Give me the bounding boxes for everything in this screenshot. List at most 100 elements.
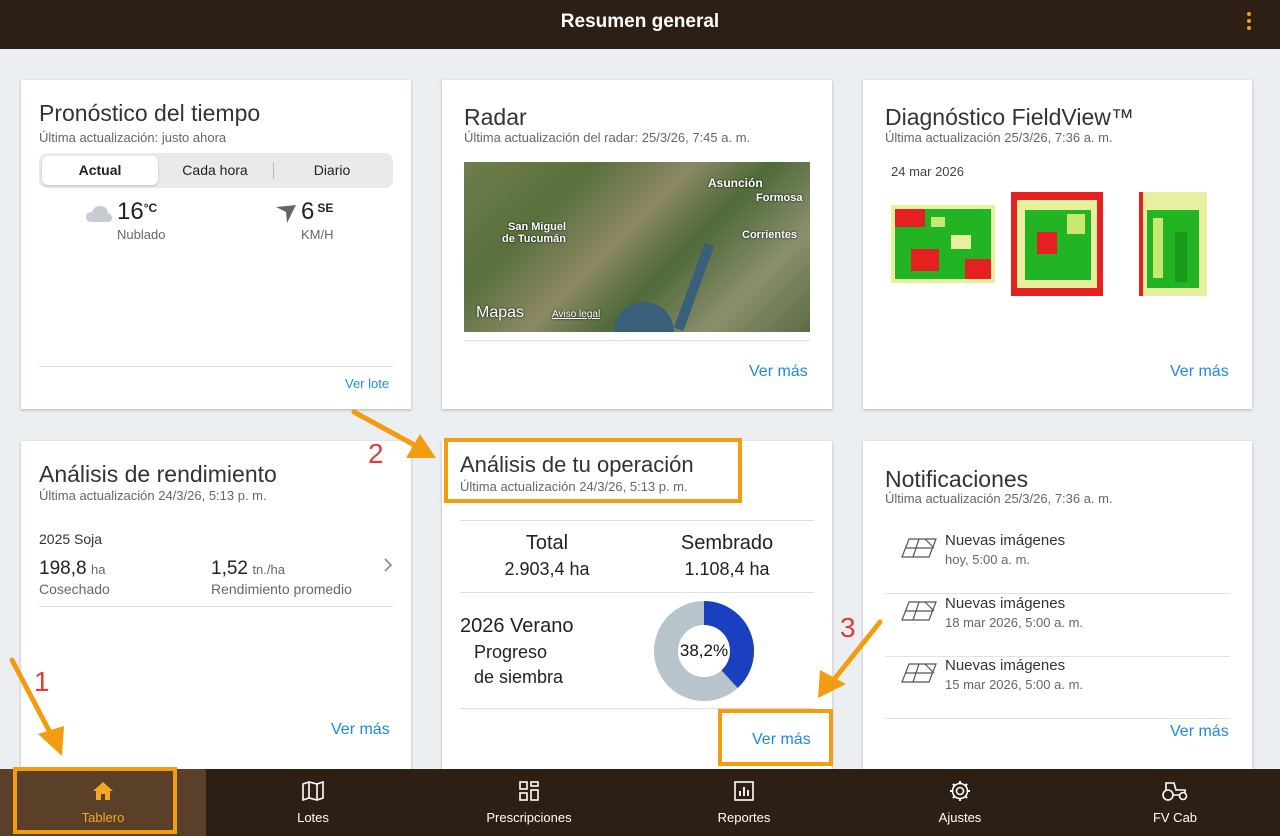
annotation-number-2: 2 <box>368 438 384 469</box>
progress-percent: 38,2% <box>679 641 729 660</box>
radar-title: Radar <box>464 104 527 130</box>
average-yield-label: Rendimiento promedio <box>211 581 352 597</box>
yield-card: Análisis de rendimiento Última actualiza… <box>21 441 411 771</box>
sown-value: 1.108,4 ha <box>684 559 770 579</box>
map-brand: Mapas <box>476 304 525 321</box>
divider <box>460 592 814 593</box>
notification-date: 18 mar 2026, 5:00 a. m. <box>945 615 1084 630</box>
yield-season: 2025 Soja <box>39 531 103 547</box>
highlight-tablero <box>13 767 177 834</box>
annotation-number-3: 3 <box>840 612 856 643</box>
nav-label: Reportes <box>717 810 771 825</box>
wind: 6 SE <box>301 198 333 226</box>
tractor-icon <box>1162 782 1188 801</box>
map-river <box>673 243 715 331</box>
temperature-unit: °C <box>143 201 158 215</box>
season-label: 2026 Verano <box>460 615 574 637</box>
fieldview-date: 24 mar 2026 <box>891 164 964 179</box>
nav-reportes[interactable]: Reportes <box>637 769 851 836</box>
chevron-right-icon[interactable] <box>383 557 393 573</box>
weather-condition: Nublado <box>117 227 166 242</box>
radar-card: Radar Última actualización del radar: 25… <box>442 80 832 409</box>
nav-fv-cab[interactable]: FV Cab <box>1068 769 1280 836</box>
total-label: Total <box>525 532 569 554</box>
map-legal-link[interactable]: Aviso legal <box>552 309 600 320</box>
wind-direction-icon <box>276 205 296 223</box>
wind-unit: KM/H <box>301 227 334 242</box>
nav-label: FV Cab <box>1152 810 1198 825</box>
gear-icon <box>950 781 970 801</box>
divider <box>460 520 814 521</box>
top-bar: Resumen general <box>0 0 1280 49</box>
temperature-value: 16 <box>117 198 144 225</box>
field-image-icon <box>901 663 937 683</box>
field-image-3[interactable] <box>1139 192 1207 296</box>
fieldview-ver-mas-link[interactable]: Ver más <box>1170 363 1229 381</box>
temperature: 16°C <box>117 198 157 226</box>
tab-diario[interactable]: Diario <box>274 156 390 185</box>
harvested-label: Cosechado <box>39 581 110 597</box>
yield-ver-mas-link[interactable]: Ver más <box>331 721 390 739</box>
nav-ajustes[interactable]: Ajustes <box>853 769 1067 836</box>
notifications-title: Notificaciones <box>885 466 1029 492</box>
harvested-value: 198,8 <box>39 558 87 579</box>
nav-label: Ajustes <box>938 810 982 825</box>
cloud-icon <box>86 206 112 222</box>
divider <box>39 366 393 367</box>
field-image-icon <box>901 601 937 621</box>
tab-cada-hora[interactable]: Cada hora <box>157 156 273 185</box>
nav-lotes[interactable]: Lotes <box>206 769 420 836</box>
sown-label: Sembrado <box>680 532 774 554</box>
field-image-2[interactable] <box>1011 192 1103 296</box>
average-yield: 1,52 tn./ha <box>211 558 285 580</box>
notification-title: Nuevas imágenes <box>945 657 1066 674</box>
wind-direction: SE <box>317 201 334 215</box>
radar-map[interactable]: Asunción Formosa San Miguel de Tucumán C… <box>464 162 810 332</box>
notification-title: Nuevas imágenes <box>945 595 1066 612</box>
notification-title: Nuevas imágenes <box>945 532 1066 549</box>
fieldview-title: Diagnóstico FieldView™ <box>885 104 1134 130</box>
map-label-tucuman: de Tucumán <box>502 233 566 245</box>
chart-icon <box>734 781 754 801</box>
notifications-ver-mas-link[interactable]: Ver más <box>1170 723 1229 741</box>
fieldview-subtitle: Última actualización 25/3/26, 7:36 a. m. <box>885 130 1113 145</box>
map-river-delta <box>614 302 674 332</box>
grid-icon <box>519 781 539 801</box>
yield-title: Análisis de rendimiento <box>39 461 277 487</box>
weather-title: Pronóstico del tiempo <box>39 100 261 126</box>
fieldview-card: Diagnóstico FieldView™ Última actualizac… <box>863 80 1252 409</box>
map-label-san-miguel: San Miguel <box>508 221 567 233</box>
yield-subtitle: Última actualización 24/3/26, 5:13 p. m. <box>39 488 267 503</box>
nav-label: Prescripciones <box>486 810 572 825</box>
map-label-asuncion: Asunción <box>708 176 763 190</box>
notification-date: 15 mar 2026, 5:00 a. m. <box>945 677 1084 692</box>
notifications-subtitle: Última actualización 25/3/26, 7:36 a. m. <box>885 491 1113 506</box>
weather-segmented-control: Actual Cada hora Diario <box>39 153 393 188</box>
notification-item[interactable]: Nuevas imágenes 18 mar 2026, 5:00 a. m. <box>885 595 1230 657</box>
field-image-1[interactable] <box>891 205 995 283</box>
kebab-menu-icon[interactable] <box>1246 12 1252 32</box>
divider <box>464 340 810 341</box>
harvested-area: 198,8 ha <box>39 558 105 580</box>
weather-card: Pronóstico del tiempo Última actualizaci… <box>21 80 411 409</box>
highlight-operation-title <box>444 438 742 503</box>
tab-actual[interactable]: Actual <box>42 156 158 185</box>
notification-item[interactable]: Nuevas imágenes hoy, 5:00 a. m. <box>885 532 1230 594</box>
field-image-icon <box>901 538 937 558</box>
radar-subtitle: Última actualización del radar: 25/3/26,… <box>464 130 751 145</box>
map-icon <box>302 780 324 802</box>
notification-item[interactable]: Nuevas imágenes 15 mar 2026, 5:00 a. m. <box>885 657 1230 719</box>
map-label-formosa: Formosa <box>756 192 803 204</box>
ver-lote-link[interactable]: Ver lote <box>345 376 389 391</box>
notifications-card: Notificaciones Última actualización 25/3… <box>863 441 1252 771</box>
total-value: 2.903,4 ha <box>504 559 590 579</box>
radar-ver-mas-link[interactable]: Ver más <box>749 363 808 381</box>
divider <box>39 606 393 607</box>
progress-label-1: Progreso <box>474 642 548 662</box>
notification-date: hoy, 5:00 a. m. <box>945 552 1031 567</box>
annotation-number-1: 1 <box>34 666 50 697</box>
weather-subtitle: Última actualización: justo ahora <box>39 130 227 145</box>
map-label-corrientes: Corrientes <box>742 229 798 241</box>
wind-value: 6 <box>301 198 315 225</box>
nav-prescripciones[interactable]: Prescripciones <box>422 769 636 836</box>
